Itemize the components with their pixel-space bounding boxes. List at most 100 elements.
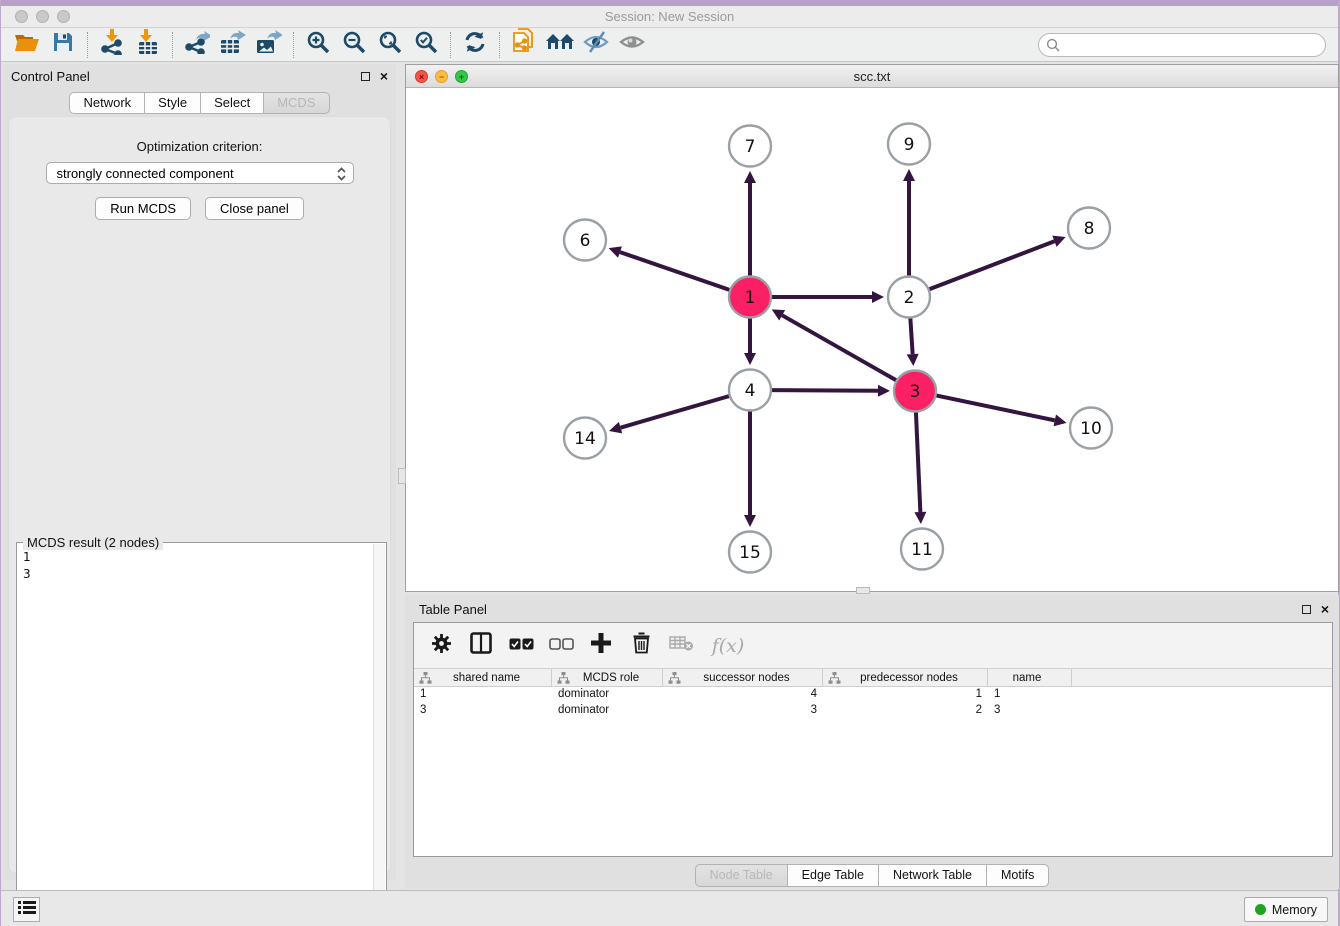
function-builder-button[interactable]: f(x) bbox=[708, 631, 748, 661]
zoom-out-button[interactable] bbox=[336, 30, 372, 60]
close-panel-button[interactable]: Close panel bbox=[205, 197, 304, 220]
save-session-button[interactable] bbox=[45, 30, 81, 60]
zoom-in-button[interactable] bbox=[300, 30, 336, 60]
node-6[interactable]: 6 bbox=[564, 220, 606, 261]
network-close-button[interactable]: × bbox=[415, 70, 428, 83]
delete-column-button[interactable] bbox=[628, 631, 654, 661]
search-input[interactable] bbox=[1038, 33, 1326, 57]
edge-3-11[interactable] bbox=[916, 412, 920, 512]
first-neighbors-button[interactable] bbox=[542, 30, 578, 60]
result-scrollbar[interactable] bbox=[373, 544, 385, 917]
table-settings-button[interactable] bbox=[428, 631, 454, 661]
tab-network[interactable]: Network bbox=[69, 92, 145, 114]
export-table-button[interactable] bbox=[215, 30, 251, 60]
column-header-name[interactable]: name bbox=[988, 669, 1072, 686]
node-9[interactable]: 9 bbox=[888, 124, 930, 165]
titlebar: Session: New Session bbox=[1, 6, 1338, 28]
node-1[interactable]: 1 bbox=[729, 277, 771, 318]
import-network-icon bbox=[100, 29, 124, 60]
hide-panels-button[interactable] bbox=[578, 30, 614, 60]
open-file-button[interactable] bbox=[9, 30, 45, 60]
import-network-button[interactable] bbox=[94, 30, 130, 60]
duplicate-network-button[interactable] bbox=[506, 30, 542, 60]
import-table-button[interactable] bbox=[130, 30, 166, 60]
export-image-button[interactable] bbox=[251, 30, 287, 60]
duplicate-network-icon bbox=[512, 28, 536, 61]
edge-4-3[interactable] bbox=[771, 390, 878, 391]
table-cell[interactable]: 4 bbox=[663, 687, 823, 703]
splitter-handle-vertical[interactable] bbox=[398, 468, 406, 484]
criterion-dropdown[interactable]: strongly connected component bbox=[46, 162, 354, 184]
node-11[interactable]: 11 bbox=[901, 529, 943, 570]
splitter-handle-horizontal[interactable] bbox=[856, 587, 870, 594]
minimize-window-button[interactable] bbox=[36, 10, 49, 23]
table-cell[interactable]: 3 bbox=[988, 703, 1072, 719]
column-header-successor-nodes[interactable]: successor nodes bbox=[663, 669, 823, 686]
show-panels-button[interactable] bbox=[614, 30, 650, 60]
node-3[interactable]: 3 bbox=[894, 371, 936, 412]
tab-node-table[interactable]: Node Table bbox=[695, 864, 788, 887]
column-header-MCDS-role[interactable]: MCDS role bbox=[552, 669, 663, 686]
table-cell[interactable]: 3 bbox=[414, 703, 552, 719]
table-row[interactable]: 3dominator323 bbox=[414, 703, 1332, 719]
edge-1-6[interactable] bbox=[620, 252, 730, 290]
export-table-icon bbox=[220, 30, 246, 59]
select-all-button[interactable] bbox=[508, 631, 534, 661]
tab-edge-table[interactable]: Edge Table bbox=[787, 864, 879, 887]
table-cell[interactable]: 1 bbox=[823, 687, 988, 703]
table-cell[interactable]: dominator bbox=[552, 703, 663, 719]
node-2[interactable]: 2 bbox=[888, 277, 930, 318]
table-cell[interactable]: dominator bbox=[552, 687, 663, 703]
table-float-panel-icon[interactable] bbox=[1302, 605, 1311, 614]
table-close-panel-icon[interactable]: × bbox=[1321, 605, 1329, 614]
close-panel-icon[interactable]: × bbox=[380, 72, 388, 81]
task-history-button[interactable] bbox=[13, 897, 40, 922]
tab-select[interactable]: Select bbox=[200, 92, 264, 114]
node-10[interactable]: 10 bbox=[1070, 408, 1112, 449]
column-header-shared-name[interactable]: shared name bbox=[414, 669, 552, 686]
delete-table-button[interactable] bbox=[668, 631, 694, 661]
edge-2-3[interactable] bbox=[910, 318, 912, 354]
tab-motifs[interactable]: Motifs bbox=[986, 864, 1049, 887]
control-panel-tabs: NetworkStyleSelectMCDS bbox=[3, 92, 396, 114]
create-column-button[interactable] bbox=[588, 631, 614, 661]
table-cell[interactable]: 3 bbox=[663, 703, 823, 719]
network-maximize-button[interactable]: + bbox=[455, 70, 468, 83]
float-panel-icon[interactable] bbox=[361, 72, 370, 81]
tab-style[interactable]: Style bbox=[144, 92, 201, 114]
node-15[interactable]: 15 bbox=[729, 532, 771, 573]
application-window: Session: New Session bbox=[0, 0, 1340, 926]
run-mcds-button[interactable]: Run MCDS bbox=[95, 197, 191, 220]
network-canvas[interactable]: 7 9 6 8 1 2 4 3 14 10 15 11 bbox=[406, 88, 1338, 591]
table-cell[interactable]: 1 bbox=[988, 687, 1072, 703]
table-row[interactable]: 1dominator411 bbox=[414, 687, 1332, 703]
node-7[interactable]: 7 bbox=[729, 126, 771, 167]
show-column-button[interactable] bbox=[468, 631, 494, 661]
export-network-button[interactable] bbox=[179, 30, 215, 60]
table-cell[interactable]: 2 bbox=[823, 703, 988, 719]
edge-4-14[interactable] bbox=[621, 396, 730, 428]
tab-network-table[interactable]: Network Table bbox=[878, 864, 987, 887]
table-body: 1dominator4113dominator323 bbox=[414, 687, 1332, 719]
maximize-window-button[interactable] bbox=[57, 10, 70, 23]
export-network-icon bbox=[184, 30, 210, 59]
node-14[interactable]: 14 bbox=[564, 418, 606, 459]
zoom-selected-button[interactable] bbox=[408, 30, 444, 60]
node-4[interactable]: 4 bbox=[729, 370, 771, 411]
network-window-titlebar: scc.txt × − + bbox=[406, 65, 1338, 88]
unselect-all-button[interactable] bbox=[548, 631, 574, 661]
network-minimize-button[interactable]: − bbox=[435, 70, 448, 83]
edge-3-10[interactable] bbox=[936, 395, 1055, 420]
edge-3-1[interactable] bbox=[782, 315, 897, 380]
zoom-fit-button[interactable] bbox=[372, 30, 408, 60]
edge-2-8[interactable] bbox=[929, 241, 1055, 289]
memory-button[interactable]: Memory bbox=[1244, 897, 1328, 922]
tab-mcds[interactable]: MCDS bbox=[263, 92, 329, 114]
search-icon bbox=[1046, 38, 1060, 57]
column-header-predecessor-nodes[interactable]: predecessor nodes bbox=[823, 669, 988, 686]
node-8[interactable]: 8 bbox=[1068, 208, 1110, 249]
column-tree-icon bbox=[828, 672, 841, 684]
close-window-button[interactable] bbox=[15, 10, 28, 23]
refresh-view-button[interactable] bbox=[457, 30, 493, 60]
table-cell[interactable]: 1 bbox=[414, 687, 552, 703]
